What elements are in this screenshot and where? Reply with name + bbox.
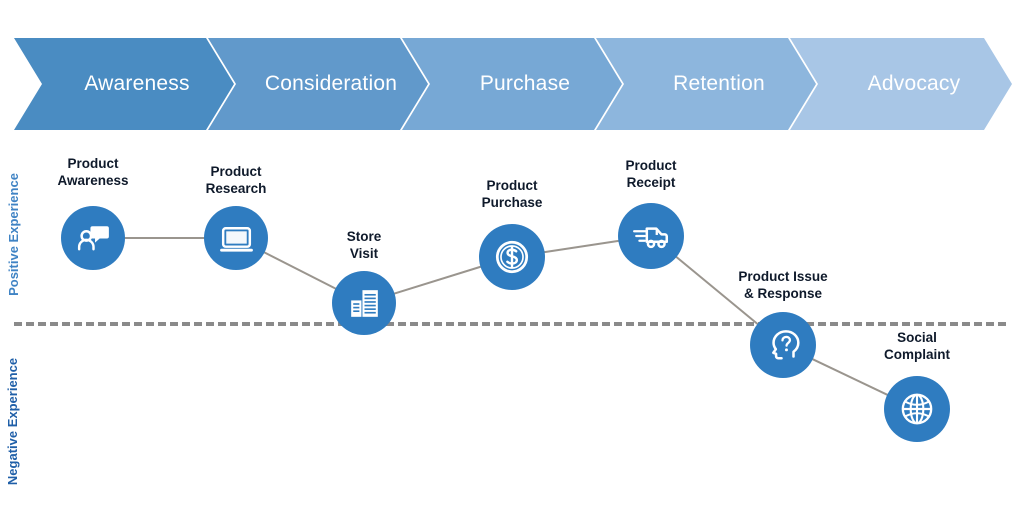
- stage-label: Consideration: [264, 72, 398, 95]
- touchpoint-label-line1: Product: [625, 158, 677, 173]
- connector-line: [543, 239, 620, 254]
- stage-chevron-purchase[interactable]: Purchase: [402, 38, 622, 130]
- touchpoint-label-line2: Receipt: [626, 174, 676, 190]
- touchpoint-label-line2: Visit: [349, 245, 379, 261]
- connector-line: [263, 251, 337, 290]
- axis-label-negative: Negative Experience: [0, 330, 26, 512]
- axis-label-positive: Positive Experience: [0, 150, 26, 318]
- touchpoint-label-line2: Research: [205, 180, 267, 196]
- head-question-icon[interactable]: [750, 312, 816, 378]
- touchpoint-label: Product Awareness: [57, 156, 128, 190]
- laptop-icon[interactable]: [204, 206, 268, 270]
- touchpoint-label: Product Issue & Response: [738, 269, 827, 303]
- axis-label-negative-text: Negative Experience: [5, 357, 21, 485]
- touchpoint-label-line2: Purchase: [481, 194, 543, 210]
- globe-icon[interactable]: [884, 376, 950, 442]
- customer-journey-map: Awareness Consideration Purchase Retention A…: [0, 0, 1024, 514]
- touchpoint-label: Product Receipt: [625, 158, 676, 192]
- touchpoint-label-line2: Awareness: [57, 172, 129, 188]
- connector-line: [393, 265, 482, 295]
- person-speech-bubble-icon[interactable]: [61, 206, 125, 270]
- experience-divider-line: [14, 322, 1006, 326]
- stage-label: Advocacy: [867, 72, 961, 95]
- stage-chevron-retention[interactable]: Retention: [596, 38, 816, 130]
- touchpoint-label-line1: Product: [486, 178, 538, 193]
- touchpoint-label: Social Complaint: [884, 330, 950, 364]
- delivery-van-icon[interactable]: [618, 203, 684, 269]
- touchpoint-label-line1: Product: [67, 156, 119, 171]
- stage-label: Awareness: [84, 72, 190, 95]
- connector-line: [811, 357, 889, 397]
- dollar-coin-icon[interactable]: [479, 224, 545, 290]
- touchpoint-label: Product Research: [206, 164, 267, 198]
- building-icon[interactable]: [332, 271, 396, 335]
- touchpoint-label: Product Purchase: [482, 178, 543, 212]
- stage-chevron-awareness[interactable]: Awareness: [14, 38, 234, 130]
- touchpoint-label-line1: Product: [210, 164, 262, 179]
- stage-banner: Awareness Consideration Purchase Retention A…: [0, 0, 1024, 150]
- touchpoint-label-line1: Store: [346, 229, 382, 244]
- touchpoint-label: Store Visit: [347, 229, 382, 263]
- touchpoint-label-line1: Product Issue: [738, 269, 828, 284]
- stage-label: Purchase: [479, 72, 571, 95]
- axis-label-positive-text: Positive Experience: [5, 172, 21, 296]
- touchpoint-label-line2: Complaint: [884, 346, 950, 362]
- touchpoint-label-line2: & Response: [743, 285, 823, 301]
- stage-label: Retention: [673, 72, 765, 95]
- stage-chevron-advocacy[interactable]: Advocacy: [790, 38, 1012, 130]
- touchpoint-label-line1: Social: [897, 330, 937, 345]
- stage-chevron-consideration[interactable]: Consideration: [208, 38, 428, 130]
